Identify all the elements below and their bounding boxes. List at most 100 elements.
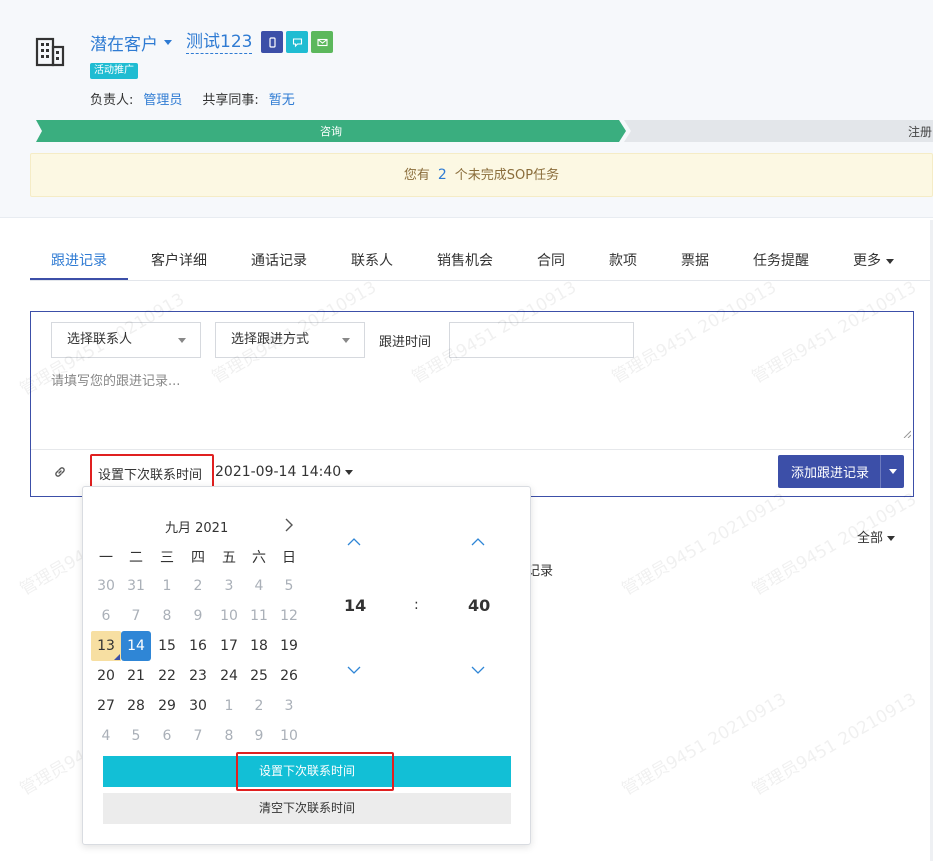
calendar-day[interactable]: 22	[152, 661, 182, 691]
resize-grip-icon[interactable]	[903, 430, 911, 438]
calendar-day[interactable]: 10	[214, 601, 244, 631]
tab-contracts[interactable]: 合同	[537, 250, 565, 270]
mail-icon	[317, 38, 328, 46]
calendar-day[interactable]: 15	[152, 631, 182, 661]
sms-button[interactable]	[286, 31, 309, 53]
next-month-icon[interactable]	[284, 518, 294, 532]
weekday-label: 六	[252, 550, 266, 566]
tab-follow-records[interactable]: 跟进记录	[51, 250, 107, 270]
calendar-day[interactable]: 3	[214, 571, 244, 601]
calendar-day[interactable]: 20	[91, 661, 121, 691]
calendar-day[interactable]: 24	[214, 661, 244, 691]
next-contact-time-value[interactable]: 2021-09-14 14:40	[215, 464, 354, 480]
share-value[interactable]: 暂无	[269, 93, 295, 108]
filter-label: 全部	[857, 531, 884, 546]
calendar-day[interactable]: 4	[91, 721, 121, 751]
caret-down-icon	[345, 469, 354, 475]
calendar-day[interactable]: 10	[274, 721, 304, 751]
watermark: 管理员9451 20210913	[618, 489, 790, 600]
caret-down-icon	[342, 338, 350, 343]
calendar-month-label[interactable]: 九月 2021	[165, 517, 228, 536]
calendar-day[interactable]: 1	[152, 571, 182, 601]
calendar-day[interactable]: 11	[244, 601, 274, 631]
minute-up-icon[interactable]	[470, 537, 486, 547]
calendar-day[interactable]: 2	[244, 691, 274, 721]
calendar-day[interactable]: 7	[183, 721, 213, 751]
calendar-day-selected[interactable]: 14	[121, 631, 151, 661]
add-follow-record-label: 添加跟进记录	[790, 466, 869, 481]
calendar-day[interactable]: 6	[152, 721, 182, 751]
calendar-day[interactable]: 12	[274, 601, 304, 631]
calendar-day-today[interactable]: 13	[91, 631, 121, 661]
calendar-day[interactable]: 8	[152, 601, 182, 631]
calendar-day[interactable]: 5	[274, 571, 304, 601]
calendar-day[interactable]: 18	[244, 631, 274, 661]
calendar-day[interactable]: 5	[121, 721, 151, 751]
calendar-day[interactable]: 21	[121, 661, 151, 691]
calendar-day[interactable]: 23	[183, 661, 213, 691]
stage-next-shape[interactable]	[624, 120, 933, 142]
calendar-day[interactable]: 3	[274, 691, 304, 721]
owner-value[interactable]: 管理员	[143, 93, 182, 108]
clear-next-contact-button[interactable]: 清空下次联系时间	[103, 793, 511, 824]
customer-type-dropdown[interactable]: 潜在客户	[90, 30, 158, 55]
tab-customer-detail[interactable]: 客户详细	[151, 250, 207, 270]
highlight-box	[236, 752, 394, 791]
call-button[interactable]	[261, 31, 284, 53]
calendar-day[interactable]: 30	[183, 691, 213, 721]
caret-down-icon	[887, 536, 896, 541]
stage-progress-bar: 咨询 注册	[36, 120, 933, 142]
active-tab-underline	[30, 278, 128, 280]
calendar-day[interactable]: 9	[183, 601, 213, 631]
weekday-label: 一	[99, 550, 113, 566]
tab-contacts[interactable]: 联系人	[351, 250, 393, 270]
calendar-day[interactable]: 31	[121, 571, 151, 601]
add-follow-record-button[interactable]: 添加跟进记录	[778, 455, 904, 488]
calendar-day[interactable]: 26	[274, 661, 304, 691]
hour-down-icon[interactable]	[346, 665, 362, 675]
hour-up-icon[interactable]	[346, 537, 362, 547]
calendar-day[interactable]: 16	[183, 631, 213, 661]
tab-opportunities[interactable]: 销售机会	[437, 250, 493, 270]
weekday-label: 日	[282, 550, 296, 566]
calendar-day[interactable]: 8	[214, 721, 244, 751]
calendar-day[interactable]: 25	[244, 661, 274, 691]
hour-value[interactable]: 14	[344, 596, 366, 615]
calendar-day[interactable]: 1	[214, 691, 244, 721]
calendar-day[interactable]: 29	[152, 691, 182, 721]
sop-notice: 您有 2 个未完成SOP任务	[30, 153, 933, 197]
owner-row: 负责人: 管理员 共享同事: 暂无	[90, 89, 315, 108]
tab-payments[interactable]: 款项	[609, 250, 637, 270]
divider	[31, 449, 913, 450]
tab-call-records[interactable]: 通话记录	[251, 250, 307, 270]
calendar-day[interactable]: 30	[91, 571, 121, 601]
follow-time-input[interactable]	[449, 322, 634, 358]
calendar-day[interactable]: 7	[121, 601, 151, 631]
calendar-day[interactable]: 6	[91, 601, 121, 631]
attachment-link-icon[interactable]	[53, 465, 67, 479]
follow-record-textarea[interactable]: 请填写您的跟进记录...	[51, 370, 891, 440]
calendar-day[interactable]: 17	[214, 631, 244, 661]
chevron-down-icon[interactable]	[164, 39, 172, 45]
customer-name[interactable]: 测试123	[186, 31, 253, 54]
calendar-day[interactable]: 2	[183, 571, 213, 601]
calendar-day[interactable]: 27	[91, 691, 121, 721]
minute-value[interactable]: 40	[468, 596, 490, 615]
calendar-day[interactable]: 28	[121, 691, 151, 721]
building-icon	[35, 37, 65, 67]
sop-count[interactable]: 2	[438, 167, 447, 183]
add-options-toggle[interactable]	[880, 455, 904, 488]
filter-dropdown[interactable]: 全部	[857, 527, 896, 546]
sop-prefix: 您有	[403, 168, 430, 183]
contact-select[interactable]: 选择联系人	[51, 322, 201, 358]
minute-down-icon[interactable]	[470, 665, 486, 675]
calendar-day[interactable]: 9	[244, 721, 274, 751]
tab-invoices[interactable]: 票据	[681, 250, 709, 270]
method-select[interactable]: 选择跟进方式	[215, 322, 365, 358]
tab-task-reminders[interactable]: 任务提醒	[753, 250, 809, 270]
calendar-day[interactable]: 4	[244, 571, 274, 601]
calendar-day[interactable]: 19	[274, 631, 304, 661]
email-button[interactable]	[311, 31, 334, 53]
tab-more[interactable]: 更多	[853, 250, 894, 270]
stage-next-label: 注册	[908, 125, 933, 139]
